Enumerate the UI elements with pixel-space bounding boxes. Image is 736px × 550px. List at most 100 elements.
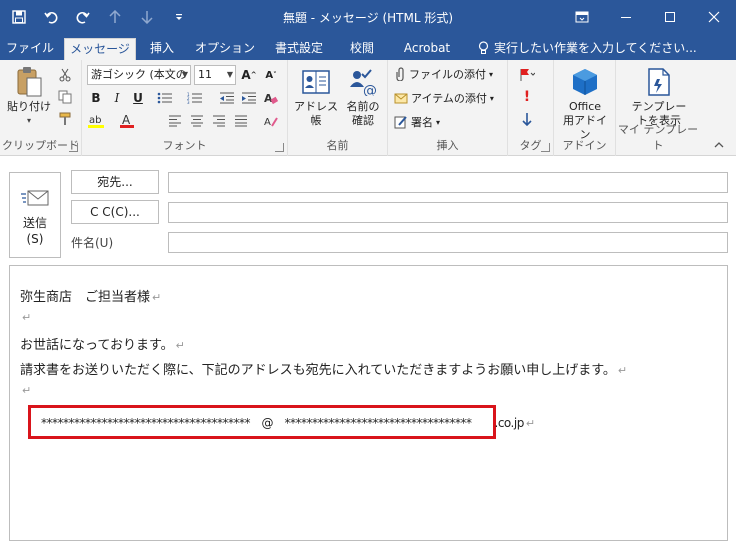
tags-launcher-icon[interactable]: [541, 143, 550, 152]
return-mark-icon: ↵: [152, 291, 162, 304]
body-line-greeting: 弥生商店 ご担当者様 ↵: [20, 286, 161, 305]
copy-icon[interactable]: [56, 88, 74, 106]
align-right-icon[interactable]: [210, 112, 228, 130]
font-color-icon[interactable]: A: [118, 112, 136, 130]
font-launcher-icon[interactable]: [275, 143, 284, 152]
signature-button[interactable]: 署名 ▾: [394, 114, 440, 130]
attach-file-label: ファイルの添付: [409, 68, 486, 81]
underline-icon[interactable]: U: [129, 89, 147, 107]
increase-indent-icon[interactable]: [240, 89, 258, 107]
italic-icon[interactable]: I: [108, 89, 126, 107]
highlight-icon[interactable]: ab: [87, 112, 105, 130]
group-addins: Office 用アドイン アドイン: [554, 60, 616, 156]
return-mark-icon: ↵: [175, 339, 185, 352]
paste-icon: [13, 66, 45, 98]
justify-icon[interactable]: [232, 112, 250, 130]
minimize-icon[interactable]: [604, 0, 648, 34]
tab-insert[interactable]: 挿入: [142, 38, 182, 60]
return-mark-icon: ↵: [525, 417, 535, 430]
tab-options[interactable]: オプション: [194, 38, 256, 60]
tell-me-text: 実行したい作業を入力してください...: [494, 41, 697, 55]
styles-icon[interactable]: A: [262, 112, 280, 130]
svg-text:ab: ab: [89, 115, 101, 126]
tell-me-box[interactable]: 実行したい作業を入力してください...: [478, 38, 697, 58]
flag-icon[interactable]: [518, 66, 536, 84]
group-names: アドレス帳 @ 名前の 確認 名前: [288, 60, 388, 156]
send-button[interactable]: 送信 (S): [9, 172, 61, 258]
to-field[interactable]: [168, 172, 728, 193]
compose-area: 送信 (S) 宛先... C C(C)... 件名(U) 弥生商店 ご担当者様 ↵…: [0, 157, 736, 550]
subject-label: 件名(U): [71, 236, 114, 250]
send-label-1: 送信: [22, 216, 47, 230]
signature-icon: [394, 116, 407, 129]
tab-file[interactable]: ファイル: [4, 38, 56, 60]
tab-review[interactable]: 校閲: [342, 38, 382, 60]
tab-message[interactable]: メッセージ: [64, 38, 136, 60]
address-book-button[interactable]: アドレス帳: [292, 66, 340, 128]
signature-label: 署名: [411, 116, 433, 129]
clipboard-launcher-icon[interactable]: [69, 143, 78, 152]
paste-label: 貼り付け: [7, 100, 51, 113]
email-address-line: ************************************** @…: [41, 414, 535, 431]
font-size-select[interactable]: 11 ▼: [194, 65, 236, 85]
format-painter-icon[interactable]: [56, 110, 74, 128]
return-mark-icon: ↵: [22, 384, 32, 397]
close-icon[interactable]: [692, 0, 736, 34]
body-line-blank: ↵: [20, 310, 31, 325]
collapse-ribbon-icon[interactable]: [714, 139, 724, 149]
group-font: 游ゴシック (本文の ▼ 11 ▼ A ^ A ˅ B I U 123 A ab A: [82, 60, 288, 156]
ribbon-display-options-icon[interactable]: [560, 0, 604, 34]
numbering-icon[interactable]: 123: [186, 89, 204, 107]
view-templates-button[interactable]: テンプレー トを表示: [626, 66, 692, 128]
align-center-icon[interactable]: [188, 112, 206, 130]
bold-icon[interactable]: B: [87, 89, 105, 107]
cc-field[interactable]: [168, 202, 728, 223]
address-book-label: アドレス帳: [294, 100, 338, 127]
align-left-icon[interactable]: [166, 112, 184, 130]
salutation-text: お世話になっております。: [20, 338, 174, 353]
address-book-icon: [300, 66, 332, 98]
check-names-icon: @: [347, 66, 379, 98]
send-icon: [20, 185, 50, 211]
paperclip-icon: [396, 67, 404, 81]
cut-icon[interactable]: [56, 66, 74, 84]
decrease-indent-icon[interactable]: [218, 89, 236, 107]
tab-acrobat[interactable]: Acrobat: [396, 38, 458, 60]
svg-text:A: A: [264, 117, 271, 128]
title-bar: 無題 - メッセージ (HTML 形式): [0, 0, 736, 34]
chevron-down-icon: ▼: [181, 70, 188, 79]
font-name-select[interactable]: 游ゴシック (本文の ▼: [87, 65, 191, 85]
grow-font-icon[interactable]: A ^: [240, 66, 258, 84]
shrink-font-icon[interactable]: A ˅: [262, 66, 280, 84]
maximize-icon[interactable]: [648, 0, 692, 34]
chevron-down-icon: ▼: [226, 70, 233, 79]
addins-group-label: アドイン: [562, 139, 607, 152]
check-names-button[interactable]: @ 名前の 確認: [342, 66, 384, 128]
body-line-request: 請求書をお送りいただく際に、下記のアドレスも宛先に入れていただきますようお願い申…: [20, 359, 627, 378]
templates-group-label: マイ テンプレート: [617, 123, 699, 152]
ribbon-tabs: ファイル メッセージ 挿入 オプション 書式設定 校閲 Acrobat 実行した…: [0, 34, 736, 60]
svg-text:A: A: [122, 113, 131, 127]
attach-file-button[interactable]: ファイルの添付 ▾: [394, 66, 493, 82]
cc-button[interactable]: C C(C)...: [71, 200, 159, 224]
return-mark-icon: ↵: [617, 364, 628, 377]
group-my-templates: テンプレー トを表示 マイ テンプレート: [616, 60, 700, 156]
bullets-icon[interactable]: [156, 89, 174, 107]
tab-format-text[interactable]: 書式設定: [268, 38, 330, 60]
message-body[interactable]: 弥生商店 ご担当者様 ↵ ↵ お世話になっております。 ↵ 請求書をお送りいただく際…: [9, 265, 728, 541]
paste-button[interactable]: 貼り付け ▾: [6, 66, 52, 128]
attach-item-button[interactable]: アイテムの添付 ▾: [394, 90, 494, 106]
group-tags: ! タグ: [508, 60, 554, 156]
subject-field[interactable]: [168, 232, 728, 253]
clear-formatting-icon[interactable]: A: [262, 89, 280, 107]
group-clipboard: 貼り付け ▾ クリップボード: [0, 60, 82, 156]
high-importance-icon[interactable]: !: [518, 88, 536, 106]
low-importance-icon[interactable]: [518, 110, 536, 128]
body-line-blank-2: ↵: [20, 383, 31, 398]
request-text: 請求書をお送りいただく際に、下記のアドレスも宛先に入れていただきますようお願い申…: [20, 363, 616, 378]
lightbulb-icon: [478, 41, 489, 54]
templates-icon: [643, 66, 675, 98]
to-button[interactable]: 宛先...: [71, 170, 159, 194]
svg-text:A: A: [264, 92, 273, 105]
office-addins-button[interactable]: Office 用アドイン: [558, 66, 612, 142]
